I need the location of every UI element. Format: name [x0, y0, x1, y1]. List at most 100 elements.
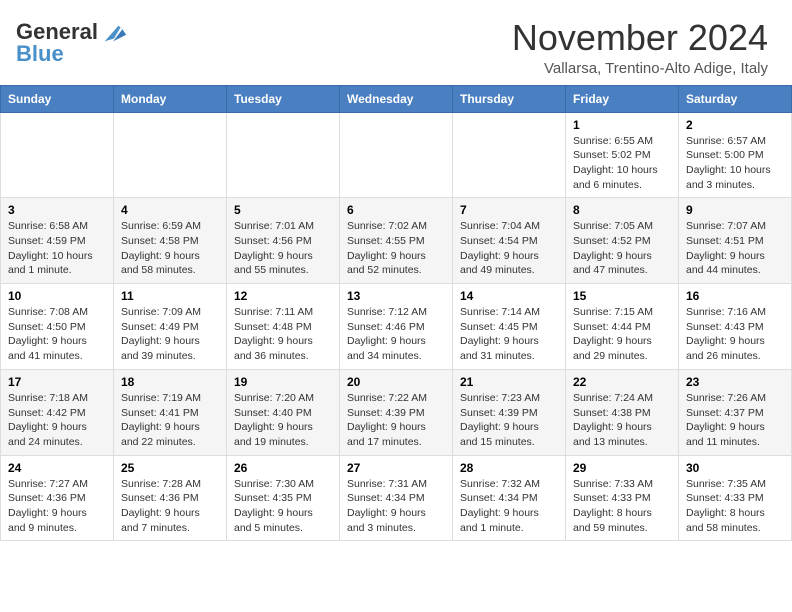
day-info: Sunrise: 7:04 AM Sunset: 4:54 PM Dayligh…	[460, 219, 558, 278]
day-info: Sunrise: 6:57 AM Sunset: 5:00 PM Dayligh…	[686, 134, 784, 193]
calendar-body: 1 Sunrise: 6:55 AM Sunset: 5:02 PM Daylig…	[1, 112, 792, 541]
weekday-header-cell: Tuesday	[227, 85, 340, 112]
weekday-header-cell: Friday	[566, 85, 679, 112]
day-info: Sunrise: 7:15 AM Sunset: 4:44 PM Dayligh…	[573, 305, 671, 364]
calendar-cell: 18 Sunrise: 7:19 AM Sunset: 4:41 PM Dayli…	[114, 369, 227, 455]
calendar-cell: 19Sunrise: 7:20 AM Sunset: 4:40 PM Dayli…	[227, 369, 340, 455]
calendar-cell: 3 Sunrise: 6:58 AM Sunset: 4:59 PM Daylig…	[1, 198, 114, 284]
day-number: 26	[234, 461, 332, 475]
day-number: 15	[573, 289, 671, 303]
day-info: Sunrise: 7:26 AM Sunset: 4:37 PM Dayligh…	[686, 391, 784, 450]
day-info: Sunrise: 7:32 AM Sunset: 4:34 PM Dayligh…	[460, 477, 558, 536]
day-info: Sunrise: 7:01 AM Sunset: 4:56 PM Dayligh…	[234, 219, 332, 278]
day-info: Sunrise: 7:11 AM Sunset: 4:48 PM Dayligh…	[234, 305, 332, 364]
day-info: Sunrise: 7:35 AM Sunset: 4:33 PM Dayligh…	[686, 477, 784, 536]
calendar-week-row: 24 Sunrise: 7:27 AM Sunset: 4:36 PM Dayli…	[1, 455, 792, 541]
calendar-cell: 10 Sunrise: 7:08 AM Sunset: 4:50 PM Dayli…	[1, 284, 114, 370]
month-title: November 2024	[512, 18, 768, 58]
day-info: Sunrise: 7:16 AM Sunset: 4:43 PM Dayligh…	[686, 305, 784, 364]
day-info: Sunrise: 7:24 AM Sunset: 4:38 PM Dayligh…	[573, 391, 671, 450]
weekday-header-cell: Sunday	[1, 85, 114, 112]
day-number: 22	[573, 375, 671, 389]
day-number: 11	[121, 289, 219, 303]
day-number: 18	[121, 375, 219, 389]
calendar-cell	[227, 112, 340, 198]
calendar-week-row: 10 Sunrise: 7:08 AM Sunset: 4:50 PM Dayli…	[1, 284, 792, 370]
calendar-cell: 9 Sunrise: 7:07 AM Sunset: 4:51 PM Daylig…	[679, 198, 792, 284]
day-info: Sunrise: 7:05 AM Sunset: 4:52 PM Dayligh…	[573, 219, 671, 278]
day-number: 29	[573, 461, 671, 475]
day-number: 16	[686, 289, 784, 303]
day-number: 21	[460, 375, 558, 389]
day-info: Sunrise: 7:27 AM Sunset: 4:36 PM Dayligh…	[8, 477, 106, 536]
calendar-cell: 20Sunrise: 7:22 AM Sunset: 4:39 PM Dayli…	[340, 369, 453, 455]
day-number: 4	[121, 203, 219, 217]
calendar-cell: 27 Sunrise: 7:31 AM Sunset: 4:34 PM Dayli…	[340, 455, 453, 541]
day-info: Sunrise: 7:23 AM Sunset: 4:39 PM Dayligh…	[460, 391, 558, 450]
calendar-cell: 5 Sunrise: 7:01 AM Sunset: 4:56 PM Daylig…	[227, 198, 340, 284]
weekday-header-cell: Saturday	[679, 85, 792, 112]
day-number: 7	[460, 203, 558, 217]
calendar-cell: 8 Sunrise: 7:05 AM Sunset: 4:52 PM Daylig…	[566, 198, 679, 284]
day-info: Sunrise: 7:08 AM Sunset: 4:50 PM Dayligh…	[8, 305, 106, 364]
day-info: Sunrise: 6:55 AM Sunset: 5:02 PM Dayligh…	[573, 134, 671, 193]
calendar-cell: 29 Sunrise: 7:33 AM Sunset: 4:33 PM Dayli…	[566, 455, 679, 541]
day-number: 9	[686, 203, 784, 217]
day-number: 20	[347, 375, 445, 389]
calendar-cell: 26 Sunrise: 7:30 AM Sunset: 4:35 PM Dayli…	[227, 455, 340, 541]
calendar-cell: 14Sunrise: 7:14 AM Sunset: 4:45 PM Dayli…	[453, 284, 566, 370]
day-info: Sunrise: 7:18 AM Sunset: 4:42 PM Dayligh…	[8, 391, 106, 450]
day-number: 28	[460, 461, 558, 475]
day-info: Sunrise: 7:02 AM Sunset: 4:55 PM Dayligh…	[347, 219, 445, 278]
calendar-cell: 2 Sunrise: 6:57 AM Sunset: 5:00 PM Daylig…	[679, 112, 792, 198]
day-number: 12	[234, 289, 332, 303]
calendar-cell: 11 Sunrise: 7:09 AM Sunset: 4:49 PM Dayli…	[114, 284, 227, 370]
calendar-cell	[1, 112, 114, 198]
calendar-cell: 28 Sunrise: 7:32 AM Sunset: 4:34 PM Dayli…	[453, 455, 566, 541]
day-info: Sunrise: 6:59 AM Sunset: 4:58 PM Dayligh…	[121, 219, 219, 278]
calendar-week-row: 3 Sunrise: 6:58 AM Sunset: 4:59 PM Daylig…	[1, 198, 792, 284]
day-number: 10	[8, 289, 106, 303]
day-info: Sunrise: 7:07 AM Sunset: 4:51 PM Dayligh…	[686, 219, 784, 278]
weekday-header-row: SundayMondayTuesdayWednesdayThursdayFrid…	[1, 85, 792, 112]
day-number: 5	[234, 203, 332, 217]
calendar-cell: 23 Sunrise: 7:26 AM Sunset: 4:37 PM Dayli…	[679, 369, 792, 455]
day-number: 2	[686, 118, 784, 132]
calendar-cell: 21 Sunrise: 7:23 AM Sunset: 4:39 PM Dayli…	[453, 369, 566, 455]
day-number: 14	[460, 289, 558, 303]
day-number: 1	[573, 118, 671, 132]
day-number: 3	[8, 203, 106, 217]
calendar-cell: 17 Sunrise: 7:18 AM Sunset: 4:42 PM Dayli…	[1, 369, 114, 455]
calendar-cell: 24 Sunrise: 7:27 AM Sunset: 4:36 PM Dayli…	[1, 455, 114, 541]
day-info: Sunrise: 7:33 AM Sunset: 4:33 PM Dayligh…	[573, 477, 671, 536]
day-info: Sunrise: 7:31 AM Sunset: 4:34 PM Dayligh…	[347, 477, 445, 536]
calendar-cell: 7 Sunrise: 7:04 AM Sunset: 4:54 PM Daylig…	[453, 198, 566, 284]
calendar-cell	[453, 112, 566, 198]
calendar-cell: 4 Sunrise: 6:59 AM Sunset: 4:58 PM Daylig…	[114, 198, 227, 284]
day-info: Sunrise: 7:12 AM Sunset: 4:46 PM Dayligh…	[347, 305, 445, 364]
day-number: 24	[8, 461, 106, 475]
calendar-table: SundayMondayTuesdayWednesdayThursdayFrid…	[0, 85, 792, 542]
day-info: Sunrise: 7:28 AM Sunset: 4:36 PM Dayligh…	[121, 477, 219, 536]
calendar-week-row: 1 Sunrise: 6:55 AM Sunset: 5:02 PM Daylig…	[1, 112, 792, 198]
calendar-week-row: 17 Sunrise: 7:18 AM Sunset: 4:42 PM Dayli…	[1, 369, 792, 455]
calendar-cell	[340, 112, 453, 198]
day-info: Sunrise: 7:09 AM Sunset: 4:49 PM Dayligh…	[121, 305, 219, 364]
calendar-cell: 22 Sunrise: 7:24 AM Sunset: 4:38 PM Dayli…	[566, 369, 679, 455]
weekday-header-cell: Wednesday	[340, 85, 453, 112]
day-info: Sunrise: 7:30 AM Sunset: 4:35 PM Dayligh…	[234, 477, 332, 536]
day-info: Sunrise: 6:58 AM Sunset: 4:59 PM Dayligh…	[8, 219, 106, 278]
day-info: Sunrise: 7:19 AM Sunset: 4:41 PM Dayligh…	[121, 391, 219, 450]
logo-icon	[100, 18, 128, 46]
day-number: 25	[121, 461, 219, 475]
calendar-cell: 6Sunrise: 7:02 AM Sunset: 4:55 PM Daylig…	[340, 198, 453, 284]
location-subtitle: Vallarsa, Trentino-Alto Adige, Italy	[512, 60, 768, 77]
day-number: 27	[347, 461, 445, 475]
day-number: 30	[686, 461, 784, 475]
calendar-cell: 15 Sunrise: 7:15 AM Sunset: 4:44 PM Dayli…	[566, 284, 679, 370]
day-number: 17	[8, 375, 106, 389]
calendar-cell: 30 Sunrise: 7:35 AM Sunset: 4:33 PM Dayli…	[679, 455, 792, 541]
day-number: 13	[347, 289, 445, 303]
day-number: 23	[686, 375, 784, 389]
day-number: 8	[573, 203, 671, 217]
